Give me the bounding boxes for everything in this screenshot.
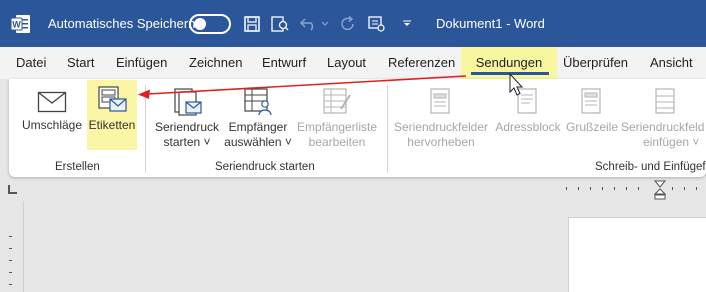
tab-ansicht[interactable]: Ansicht	[650, 47, 693, 79]
edit-recipient-list-icon	[323, 88, 351, 114]
document-page[interactable]	[568, 217, 706, 292]
word-logo-icon: W	[10, 0, 36, 47]
vertical-ruler[interactable]	[0, 201, 24, 292]
umschlaege-label: Umschläge	[21, 118, 83, 132]
group-label-erstellen: Erstellen	[55, 161, 100, 173]
grusszeile-button[interactable]: Grußzeile	[563, 87, 621, 135]
mail-merge-icon	[174, 88, 202, 116]
seriendruckfelder-hervorheben-button[interactable]: Seriendruckfelder hervorheben	[391, 87, 491, 150]
umschlaege-button[interactable]: Umschläge	[19, 89, 85, 133]
undo-icon[interactable]	[298, 0, 320, 47]
labels-icon	[98, 86, 127, 112]
print-preview-icon[interactable]	[269, 0, 291, 47]
empfaenger-label-2: auswählen ˅	[224, 135, 292, 149]
highlight-fields-icon	[430, 88, 450, 114]
ruler-border	[23, 201, 24, 292]
empfaengerliste-label-2: bearbeiten	[308, 135, 366, 149]
tab-ueberpruefen[interactable]: Überprüfen	[563, 47, 628, 79]
seriendruckfelder-label-2: hervorheben	[407, 135, 475, 149]
tab-zeichnen[interactable]: Zeichnen	[189, 47, 242, 79]
horizontal-ruler-row	[0, 177, 706, 201]
indent-marker-icon[interactable]	[654, 180, 666, 200]
horizontal-ruler[interactable]	[560, 187, 706, 191]
insert-merge-field-icon	[655, 88, 675, 114]
group-separator	[387, 85, 388, 173]
ribbon-panel: Umschläge Etiketten Erstellen Seriendruc…	[9, 79, 706, 177]
seriendruck-label-2: starten ˅	[163, 135, 211, 149]
seriendruckfeld-einfuegen-button[interactable]: Seriendruckfeld einfügen ˅	[621, 87, 706, 150]
etiketten-button[interactable]: Etiketten	[87, 85, 137, 133]
empfaenger-label-1: Empfänger	[228, 120, 288, 134]
seriendruckfelder-label-1: Seriendruckfelder	[393, 120, 489, 134]
empfaenger-auswaehlen-button[interactable]: Empfänger auswählen ˅	[223, 87, 293, 150]
seriendruck-starten-button[interactable]: Seriendruck starten ˅	[149, 87, 225, 150]
redo-icon[interactable]	[337, 0, 359, 47]
save-icon[interactable]	[241, 0, 263, 47]
seriendruck-label-1: Seriendruck	[154, 120, 220, 134]
group-separator	[145, 85, 146, 173]
active-tab-indicator	[471, 72, 549, 75]
title-bar: W Automatisches Speichern Dokument1 - Wo…	[0, 0, 706, 47]
undo-dropdown-icon[interactable]	[318, 0, 332, 47]
tab-selector-icon[interactable]	[8, 185, 17, 194]
etiketten-label: Etiketten	[88, 118, 136, 132]
address-block-icon	[517, 88, 537, 114]
grusszeile-label: Grußzeile	[565, 120, 618, 134]
adressblock-label: Adressblock	[495, 120, 561, 134]
tab-entwurf[interactable]: Entwurf	[262, 47, 306, 79]
word-logo-letter: W	[12, 19, 21, 29]
customize-toolbar-icon[interactable]	[366, 0, 388, 47]
tab-start[interactable]: Start	[67, 47, 94, 79]
select-recipients-icon	[244, 88, 272, 116]
tab-einfuegen[interactable]: Einfügen	[116, 47, 167, 79]
group-label-schreib-einfuege: Schreib- und Einfügef	[595, 161, 706, 173]
seriendruckfeld-label-2: einfügen ˅	[643, 135, 700, 149]
tab-layout[interactable]: Layout	[327, 47, 366, 79]
seriendruckfeld-label-1: Seriendruckfeld	[621, 120, 705, 134]
tab-referenzen[interactable]: Referenzen	[388, 47, 455, 79]
adressblock-button[interactable]: Adressblock	[493, 87, 563, 135]
envelope-icon	[37, 91, 67, 113]
greeting-line-icon	[581, 88, 601, 114]
empfaengerliste-bearbeiten-button[interactable]: Empfängerliste bearbeiten	[293, 87, 381, 150]
autosave-label: Automatisches Speichern	[48, 16, 196, 31]
document-title: Dokument1 - Word	[436, 16, 545, 31]
autosave-toggle[interactable]	[189, 0, 231, 47]
tab-datei[interactable]: Datei	[16, 47, 46, 79]
ribbon-tabs: Datei Start Einfügen Zeichnen Entwurf La…	[0, 47, 706, 79]
group-label-seriendruck-starten: Seriendruck starten	[215, 161, 315, 173]
empfaengerliste-label-1: Empfängerliste	[296, 120, 378, 134]
more-commands-icon[interactable]	[396, 0, 418, 47]
